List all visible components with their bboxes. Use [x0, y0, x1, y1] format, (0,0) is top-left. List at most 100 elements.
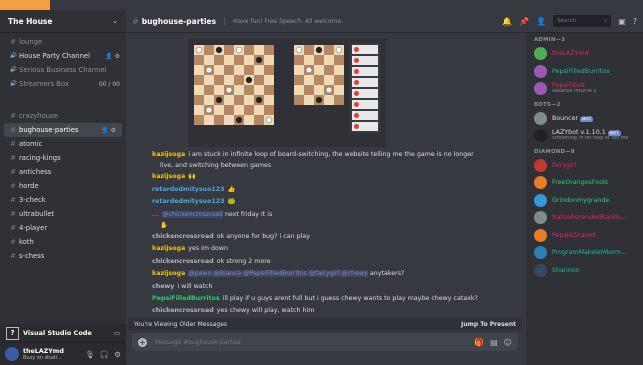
gif-icon[interactable]: ▤: [490, 338, 498, 347]
message-author[interactable]: ...: [152, 211, 159, 218]
server-name: The House: [8, 16, 53, 26]
channel-settings-icon[interactable]: 00 / 00: [99, 81, 120, 88]
message-author[interactable]: retardedmitysuo123: [152, 198, 225, 205]
member-item[interactable]: PepsiisScared: [526, 227, 643, 245]
microphone-icon[interactable]: 🎙: [85, 350, 95, 359]
message-author[interactable]: kazijsoga: [152, 270, 185, 277]
members-icon[interactable]: 👤: [536, 17, 546, 26]
avatar: [534, 82, 547, 96]
older-messages-bar[interactable]: You're Viewing Older Messages Jump To Pr…: [128, 318, 522, 330]
member-item[interactable]: Grindonmygrande: [526, 192, 643, 210]
message-author[interactable]: kazijsoga: [152, 173, 185, 180]
server-header[interactable]: The House ⌄: [0, 10, 126, 33]
avatar[interactable]: [5, 347, 19, 361]
sidebar-item-4-player[interactable]: #4-player: [0, 221, 126, 235]
move-list-image: [350, 43, 380, 133]
sidebar-item-atomic[interactable]: # atomic: [0, 137, 126, 151]
headphones-icon[interactable]: 🎧: [100, 350, 109, 359]
gear-icon[interactable]: ⚙: [114, 350, 121, 359]
search-input[interactable]: Search ⌕: [553, 15, 612, 27]
message-author[interactable]: chickencrossroad: [152, 258, 214, 265]
add-attachment-icon[interactable]: +: [138, 337, 147, 347]
channel-label: koth: [19, 238, 34, 246]
jump-to-present-button[interactable]: Jump To Present: [461, 321, 516, 328]
member-item[interactable]: ProgramMakeleMbem...: [526, 244, 643, 262]
member-item[interactable]: PepsiFilledBurritos: [526, 63, 643, 81]
channel-list: # lounge 🔊 House Party Channel 👤 ⚙ 🔊 Serious B…: [0, 33, 126, 263]
channel-settings-icon[interactable]: 👤 ⚙: [105, 53, 120, 60]
message-author[interactable]: retardedmitysuo123: [152, 186, 225, 193]
sidebar-item-crazyhouse[interactable]: # crazyhouse: [0, 109, 126, 123]
message-text: ok strong 2 more: [216, 257, 271, 265]
inbox-icon[interactable]: ▣: [618, 17, 626, 26]
role-header: DIAMOND—9: [534, 148, 575, 155]
sidebar-item-racing-kings[interactable]: # racing-kings: [0, 151, 126, 165]
pin-icon[interactable]: 📌: [519, 17, 529, 26]
hash-icon: #: [10, 140, 16, 148]
member-item[interactable]: FreeOrangesFools: [526, 174, 643, 192]
move-entry: [352, 78, 378, 87]
hash-icon: #: [10, 154, 16, 162]
message-author[interactable]: kazijsoga: [152, 151, 185, 158]
sidebar-item-3-check[interactable]: #3-check: [0, 193, 126, 207]
sidebar-item-ultrabullet[interactable]: # ultrabullet: [0, 207, 126, 221]
search-icon: ⌕: [604, 17, 608, 24]
member-item[interactable]: LAZYbot v.1.10.1 BOT Streaming !h for help…: [526, 127, 643, 145]
channel-settings-icon[interactable]: 👤 ⚙: [101, 127, 116, 134]
channel-topic: Have fun! Free Speech. All welcome.: [224, 17, 343, 25]
discord-window: The House ⌄ # lounge 🔊 House Party Channel 👤…: [0, 0, 643, 365]
channel-label: Streamers Box: [19, 80, 69, 88]
chevron-down-icon[interactable]: ⌄: [112, 17, 118, 25]
sidebar-item-lounge[interactable]: # lounge: [0, 35, 126, 49]
message-row: kazijsoga yes im down: [126, 243, 526, 255]
member-item[interactable]: NatsoAscendedRando...: [526, 209, 643, 227]
message-row: chickencrossroad yes chewy will play, wat…: [126, 305, 526, 317]
mention[interactable]: @pawn @Bianca @PepsiFilledBurritos @fair…: [188, 270, 368, 278]
hash-icon: #: [10, 38, 16, 46]
sidebar-item-antichess[interactable]: # antichess: [0, 165, 126, 179]
channel-sidebar: The House ⌄ # lounge 🔊 House Party Channel 👤…: [0, 10, 126, 365]
activity-bar: ? Visual Studio Code ▭: [0, 324, 126, 342]
member-name: FreeOrangesFools: [552, 179, 609, 187]
avatar: [534, 246, 547, 260]
message-row: chickencrossroad ok strong 2 more: [126, 256, 526, 268]
member-item[interactable]: Bouncer BOT: [526, 110, 643, 128]
emoji-icon[interactable]: ☺: [504, 338, 512, 347]
channel-label: crazyhouse: [19, 112, 58, 120]
message-author[interactable]: PepsiFilledBurritos: [152, 295, 220, 302]
member-name: LAZYbot v.1.10.1: [552, 129, 606, 137]
message-author[interactable]: chewy: [152, 283, 174, 290]
member-item[interactable]: fairygirl: [526, 157, 643, 175]
message-author[interactable]: chickencrossroad: [152, 307, 214, 314]
chess-board-image: [194, 45, 274, 125]
avatar: [534, 211, 547, 225]
sidebar-item-serious-business-channel[interactable]: 🔊 Serious Business Channel: [0, 63, 126, 77]
message-author[interactable]: chickencrossroad: [152, 233, 214, 240]
channel-label: ultrabullet: [19, 210, 55, 218]
sidebar-item-s-chess[interactable]: # s-chess: [0, 249, 126, 263]
user-name: theLAZYmd: [23, 347, 64, 355]
sidebar-item-koth[interactable]: # koth: [0, 235, 126, 249]
member-name: theLAZYmd: [552, 50, 589, 58]
sidebar-item-house-party-channel[interactable]: 🔊 House Party Channel 👤 ⚙: [0, 49, 126, 63]
member-name: ProgramMakeleMbem...: [552, 249, 627, 257]
channel-label: House Party Channel: [19, 52, 90, 60]
move-entry: [352, 111, 378, 120]
member-item[interactable]: theLAZYmd: [526, 45, 643, 63]
sidebar-item-horde[interactable]: # horde: [0, 179, 126, 193]
gift-icon[interactable]: 🎁: [474, 338, 484, 347]
message-input[interactable]: Message #bughouse-parties: [155, 339, 241, 346]
message-composer[interactable]: + Message #bughouse-parties 🎁 ▤ ☺: [132, 333, 518, 351]
sidebar-item-streamers-box[interactable]: 🔊 Streamers Box 00 / 00: [0, 77, 126, 91]
monitor-icon[interactable]: ▭: [114, 329, 120, 337]
help-icon[interactable]: ?: [633, 17, 637, 26]
sidebar-item-bughouse-parties[interactable]: # bughouse-parties 👤 ⚙: [4, 123, 122, 137]
channel-label: atomic: [19, 140, 43, 148]
mention[interactable]: @chickencrossroad: [162, 210, 223, 218]
message-author[interactable]: kazijsoga: [152, 245, 185, 252]
bell-icon[interactable]: 🔔: [502, 17, 512, 26]
member-item[interactable]: Shannon: [526, 262, 643, 280]
member-item[interactable]: PepsiFilled Vacation Income 2: [526, 80, 643, 98]
channel-label: Serious Business Channel: [19, 66, 107, 74]
image-attachment[interactable]: [188, 39, 386, 147]
